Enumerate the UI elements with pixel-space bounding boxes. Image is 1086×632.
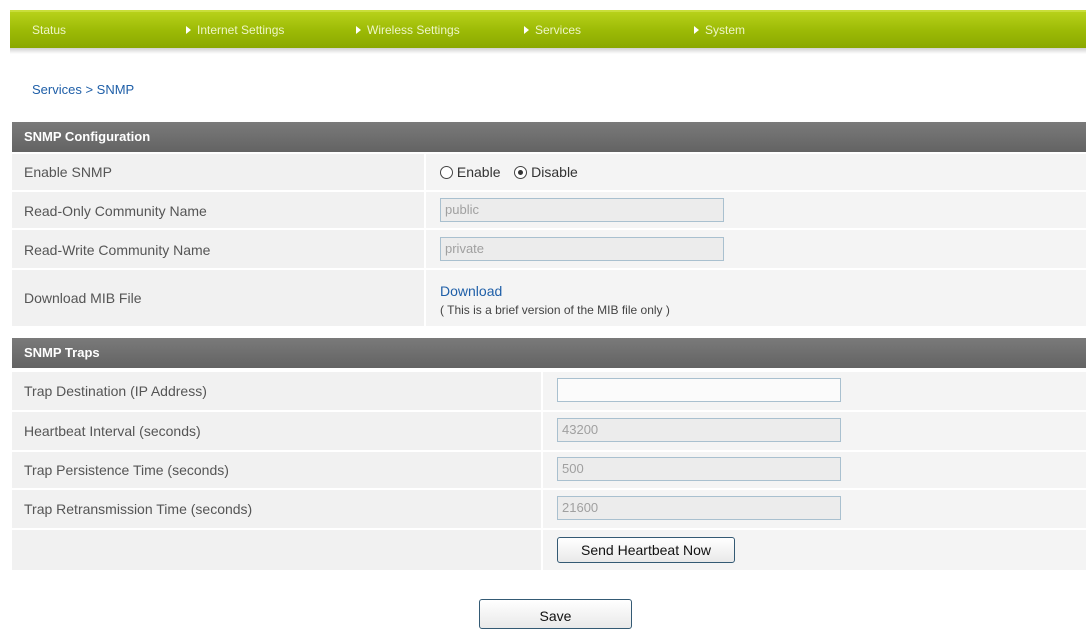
nav-internet-settings-label: Internet Settings bbox=[197, 23, 285, 37]
nav-system[interactable]: System bbox=[694, 23, 745, 37]
nav-services-label: Services bbox=[535, 23, 582, 37]
nav-services[interactable]: Services bbox=[524, 23, 581, 37]
enable-snmp-row: Enable SNMP Enable Disable bbox=[12, 154, 1086, 190]
save-button[interactable]: Save bbox=[479, 599, 632, 629]
heartbeat-interval-row: Heartbeat Interval (seconds) 43200 bbox=[12, 412, 1086, 450]
read-only-community-row: Read-Only Community Name public bbox=[12, 192, 1086, 228]
read-write-community-input[interactable]: private bbox=[440, 237, 724, 261]
trap-destination-input[interactable] bbox=[557, 378, 841, 402]
download-mib-link[interactable]: Download bbox=[440, 283, 502, 299]
caret-right-icon bbox=[186, 26, 191, 34]
top-nav-bar: Status Internet Settings Wireless Settin… bbox=[10, 10, 1086, 54]
enable-snmp-radio-group: Enable Disable bbox=[440, 164, 578, 180]
enable-radio[interactable] bbox=[440, 166, 453, 179]
download-mib-cell: Download ( This is a brief version of th… bbox=[424, 270, 1086, 326]
caret-right-icon bbox=[356, 26, 361, 34]
nav-wireless-settings-label: Wireless Settings bbox=[367, 23, 460, 37]
send-heartbeat-row: Send Heartbeat Now bbox=[12, 530, 1086, 570]
trap-retransmission-row: Trap Retransmission Time (seconds) 21600 bbox=[12, 490, 1086, 528]
trap-persistence-cell: 500 bbox=[541, 452, 1086, 488]
trap-persistence-input[interactable]: 500 bbox=[557, 457, 841, 481]
nav-wireless-settings[interactable]: Wireless Settings bbox=[356, 23, 460, 37]
enable-snmp-label: Enable SNMP bbox=[24, 164, 112, 180]
heartbeat-interval-cell: 43200 bbox=[541, 412, 1086, 450]
trap-retransmission-input[interactable]: 21600 bbox=[557, 496, 841, 520]
trap-retransmission-label: Trap Retransmission Time (seconds) bbox=[24, 501, 253, 517]
nav-internet-settings[interactable]: Internet Settings bbox=[186, 23, 284, 37]
read-only-community-input[interactable]: public bbox=[440, 198, 724, 222]
breadcrumb[interactable]: Services > SNMP bbox=[32, 82, 134, 97]
snmp-configuration-header: SNMP Configuration bbox=[12, 122, 1086, 152]
nav-status[interactable]: Status bbox=[32, 23, 66, 37]
read-only-community-cell: public bbox=[424, 192, 1086, 228]
send-heartbeat-button[interactable]: Send Heartbeat Now bbox=[557, 537, 735, 563]
download-mib-row: Download MIB File Download ( This is a b… bbox=[12, 270, 1086, 326]
read-write-community-row: Read-Write Community Name private bbox=[12, 230, 1086, 268]
send-heartbeat-cell: Send Heartbeat Now bbox=[541, 530, 1086, 570]
trap-destination-cell bbox=[541, 372, 1086, 410]
trap-retransmission-cell: 21600 bbox=[541, 490, 1086, 528]
nav-status-label: Status bbox=[32, 23, 67, 37]
enable-radio-label[interactable]: Enable bbox=[457, 164, 501, 180]
read-write-community-cell: private bbox=[424, 230, 1086, 268]
caret-right-icon bbox=[524, 26, 529, 34]
caret-right-icon bbox=[694, 26, 699, 34]
download-mib-label: Download MIB File bbox=[24, 290, 142, 306]
trap-destination-row: Trap Destination (IP Address) bbox=[12, 372, 1086, 410]
snmp-traps-header: SNMP Traps bbox=[12, 338, 1086, 368]
heartbeat-interval-label: Heartbeat Interval (seconds) bbox=[24, 423, 201, 439]
download-mib-note: ( This is a brief version of the MIB fil… bbox=[440, 303, 670, 317]
read-only-community-label: Read-Only Community Name bbox=[24, 203, 207, 219]
heartbeat-interval-input[interactable]: 43200 bbox=[557, 418, 841, 442]
disable-radio[interactable] bbox=[514, 166, 528, 179]
trap-persistence-label: Trap Persistence Time (seconds) bbox=[24, 462, 229, 478]
trap-destination-label: Trap Destination (IP Address) bbox=[24, 383, 207, 399]
disable-radio-label[interactable]: Disable bbox=[531, 164, 578, 180]
enable-snmp-cell: Enable Disable bbox=[424, 154, 1086, 190]
nav-system-label: System bbox=[705, 23, 746, 37]
nav-shadow bbox=[10, 48, 1086, 54]
read-write-community-label: Read-Write Community Name bbox=[24, 242, 211, 258]
trap-persistence-row: Trap Persistence Time (seconds) 500 bbox=[12, 452, 1086, 488]
